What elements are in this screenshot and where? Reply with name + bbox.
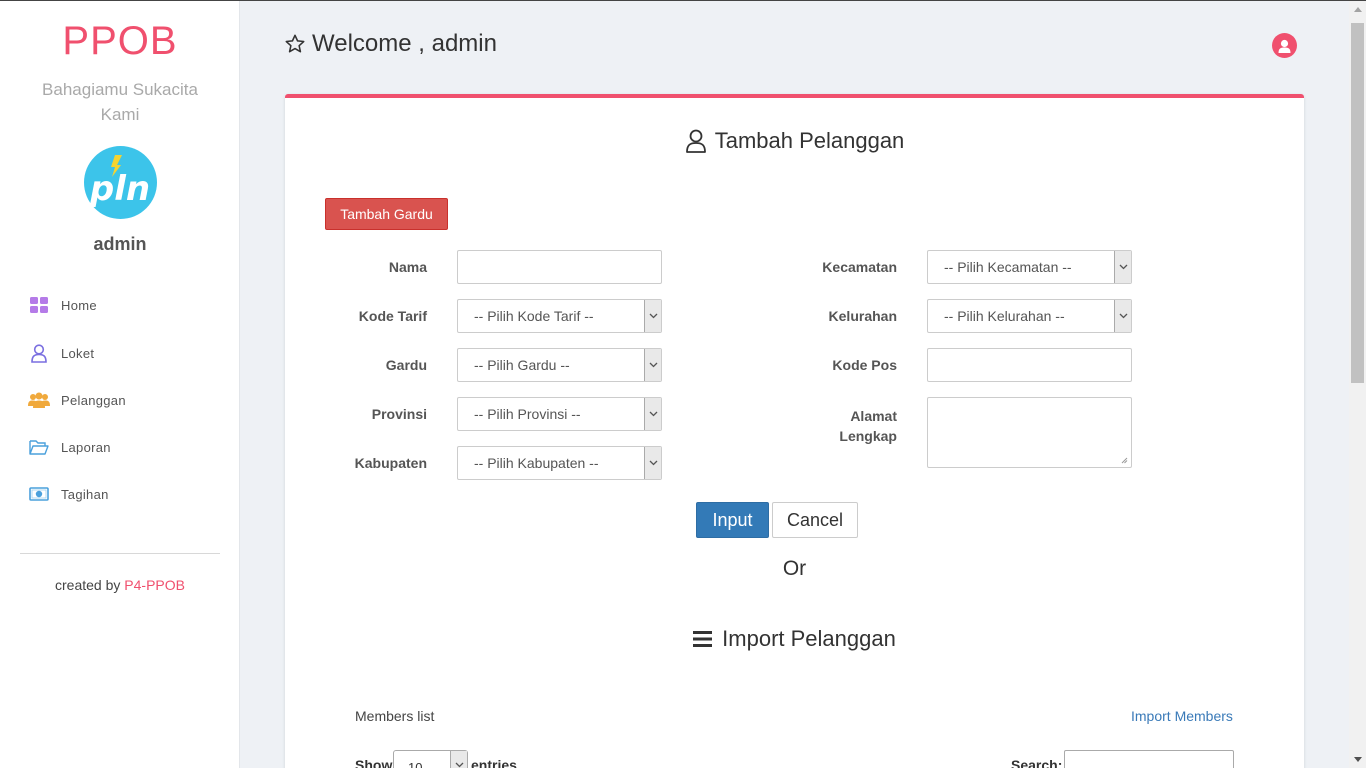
brand-title: PPOB	[62, 19, 178, 63]
logo-text: pln	[89, 169, 150, 209]
kelurahan-label: Kelurahan	[828, 308, 897, 324]
select-value: -- Pilih Kecamatan --	[944, 259, 1072, 275]
chevron-down-icon	[644, 447, 661, 479]
pln-logo: pln	[84, 146, 157, 219]
kelurahan-select[interactable]: -- Pilih Kelurahan --	[927, 299, 1132, 333]
sidebar-item-home[interactable]: Home	[28, 292, 97, 318]
cancel-button[interactable]: Cancel	[772, 502, 858, 538]
select-value: -- Pilih Kabupaten --	[474, 455, 599, 471]
select-value: -- Pilih Provinsi --	[474, 406, 581, 422]
sidebar-username: admin	[93, 234, 147, 254]
kode-pos-input[interactable]	[927, 348, 1132, 382]
sidebar-item-label: Tagihan	[61, 486, 109, 502]
user-icon	[1278, 39, 1291, 53]
user-outline-icon	[685, 129, 706, 153]
credit-prefix: created by	[55, 577, 125, 593]
scrollbar-thumb[interactable]	[1351, 23, 1364, 383]
chevron-down-icon	[1114, 251, 1131, 283]
sidebar: PPOB Bahagiamu Sukacita Kami pln admin H…	[0, 1, 240, 768]
select-value: -- Pilih Kode Tarif --	[474, 308, 594, 324]
search-label: Search:	[1011, 757, 1063, 768]
import-title-text: Import Pelanggan	[722, 626, 896, 651]
kecamatan-select[interactable]: -- Pilih Kecamatan --	[927, 250, 1132, 284]
sidebar-item-label: Pelanggan	[61, 392, 126, 408]
welcome-text: Welcome , admin	[312, 30, 497, 57]
members-list-label: Members list	[355, 708, 435, 724]
form-title-text: Tambah Pelanggan	[714, 128, 905, 153]
money-icon	[28, 483, 50, 505]
credit-text: created by P4-PPOB	[0, 577, 240, 593]
provinsi-label: Provinsi	[371, 406, 427, 422]
or-separator: Or	[782, 557, 807, 580]
sidebar-item-loket[interactable]: Loket	[28, 340, 94, 366]
sidebar-item-pelanggan[interactable]: Pelanggan	[28, 387, 126, 413]
kabupaten-label: Kabupaten	[354, 455, 427, 471]
entries-label: entries	[471, 757, 517, 768]
gardu-select[interactable]: -- Pilih Gardu --	[457, 348, 662, 382]
select-value: -- Pilih Gardu --	[474, 357, 570, 373]
tambah-gardu-button[interactable]: Tambah Gardu	[325, 198, 448, 230]
vertical-scrollbar[interactable]	[1349, 1, 1366, 768]
select-value: 10	[408, 760, 423, 768]
kecamatan-label: Kecamatan	[822, 259, 897, 275]
import-title: Import Pelanggan	[285, 626, 1304, 652]
select-value: -- Pilih Kelurahan --	[944, 308, 1065, 324]
sidebar-item-laporan[interactable]: Laporan	[28, 434, 111, 460]
folder-open-icon	[28, 436, 50, 458]
show-label: Show	[355, 757, 393, 768]
kode-tarif-select[interactable]: -- Pilih Kode Tarif --	[457, 299, 662, 333]
bars-icon	[693, 631, 713, 647]
provinsi-select[interactable]: -- Pilih Provinsi --	[457, 397, 662, 431]
star-icon	[285, 34, 305, 53]
nama-input[interactable]	[457, 250, 662, 284]
alamat-textarea[interactable]	[927, 397, 1132, 468]
sidebar-item-label: Loket	[61, 345, 95, 361]
search-input[interactable]	[1064, 750, 1234, 768]
sidebar-item-label: Laporan	[61, 439, 111, 455]
kode-tarif-label: Kode Tarif	[358, 308, 427, 324]
grid-icon	[28, 294, 50, 316]
credit-link[interactable]: P4-PPOB	[124, 577, 185, 593]
nama-label: Nama	[388, 259, 427, 275]
chevron-down-icon	[644, 300, 661, 332]
user-icon	[28, 342, 50, 364]
chevron-down-icon	[1114, 300, 1131, 332]
kabupaten-select[interactable]: -- Pilih Kabupaten --	[457, 446, 662, 480]
gardu-label: Gardu	[385, 357, 427, 373]
chevron-down-icon	[644, 349, 661, 381]
sidebar-item-tagihan[interactable]: Tagihan	[28, 481, 109, 507]
entries-select[interactable]: 10	[393, 750, 468, 768]
alamat-label: Alamat Lengkap	[765, 406, 897, 446]
user-menu-button[interactable]	[1272, 33, 1297, 58]
input-button[interactable]: Input	[696, 502, 769, 538]
import-members-link[interactable]: Import Members	[1131, 708, 1233, 724]
alamat-label-line1: Alamat	[850, 408, 897, 424]
add-customer-card: Tambah Pelanggan Tambah Gardu Nama Kode …	[285, 94, 1304, 768]
users-icon	[28, 389, 50, 411]
sidebar-divider	[20, 553, 220, 554]
resize-grip-icon	[1121, 457, 1128, 464]
alamat-label-line2: Lengkap	[839, 428, 897, 444]
scroll-up-icon[interactable]	[1349, 1, 1366, 18]
kode-pos-label: Kode Pos	[832, 357, 897, 373]
form-title: Tambah Pelanggan	[285, 128, 1304, 154]
scroll-down-icon[interactable]	[1349, 751, 1366, 768]
sidebar-item-label: Home	[61, 297, 97, 313]
chevron-down-icon	[450, 751, 467, 768]
brand-tagline: Bahagiamu Sukacita Kami	[42, 80, 198, 124]
chevron-down-icon	[644, 398, 661, 430]
page-title: Welcome , admin	[284, 30, 497, 58]
